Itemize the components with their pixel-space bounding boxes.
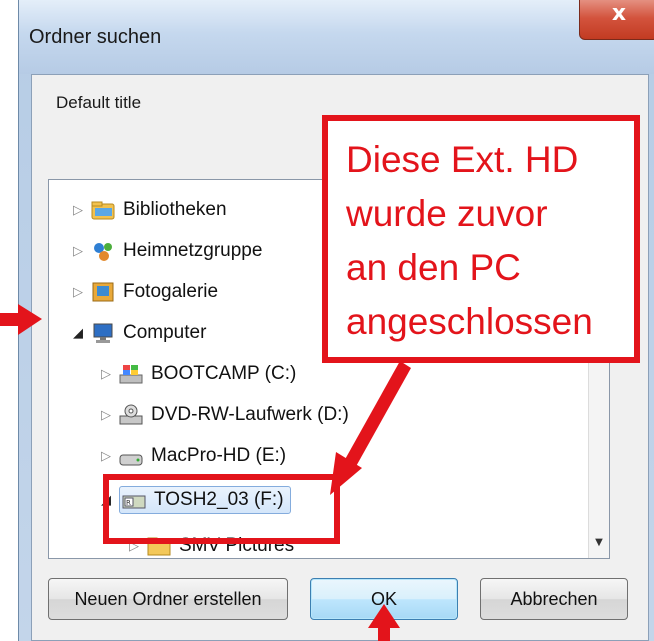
callout-text: Diese Ext. HD wurde zuvor an den PC ange… (346, 139, 593, 342)
arrow-to-computer-icon (0, 304, 42, 335)
arrow-to-ok-icon (368, 604, 400, 641)
annotation-callout: Diese Ext. HD wurde zuvor an den PC ange… (322, 115, 640, 363)
arrow-to-drive-icon (330, 361, 411, 495)
